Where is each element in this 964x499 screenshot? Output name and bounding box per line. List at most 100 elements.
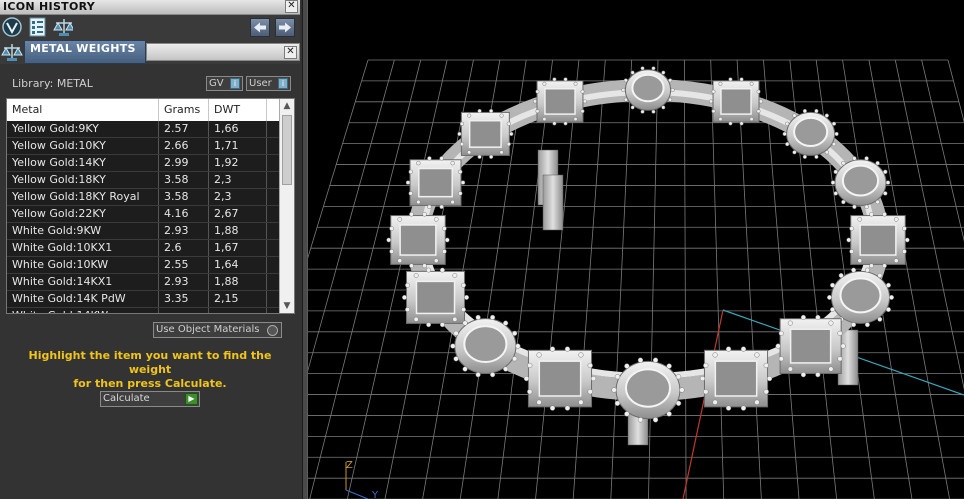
milgrain-bead	[725, 405, 732, 411]
milgrain-bead	[802, 154, 807, 159]
milgrain-bead	[640, 66, 645, 71]
setting-piece	[405, 156, 466, 210]
setting-piece	[699, 346, 773, 411]
milgrain-bead	[433, 217, 439, 222]
milgrain-bead	[490, 314, 496, 320]
back-button[interactable]	[250, 18, 270, 37]
bezel-hole	[625, 368, 671, 408]
milgrain-bead	[442, 226, 447, 231]
3d-viewport[interactable]: Z Y	[308, 0, 964, 499]
milgrain-bead	[614, 400, 621, 406]
milgrain-bead	[675, 374, 682, 380]
metal-weights-tab[interactable]: METAL WEIGHTS	[24, 40, 146, 64]
cell-grams: 3.58	[159, 189, 209, 205]
milgrain-bead	[766, 375, 773, 382]
calculate-label: Calculate	[103, 393, 150, 404]
vray-icon[interactable]	[2, 17, 22, 37]
bezel-hole	[839, 277, 882, 314]
milgrain-bead	[452, 316, 458, 322]
metal-weights-table[interactable]: Metal Grams DWT Yellow Gold:9KY 2.57 1,66 Y…	[6, 98, 295, 314]
table-row[interactable]: White Gold:14KX1 2.93 1,88	[7, 274, 279, 291]
axis-z-label: Z	[346, 460, 353, 471]
milgrain-bead	[389, 249, 394, 254]
grid-line	[309, 59, 422, 499]
milgrain-bead	[450, 160, 455, 166]
milgrain-bead	[838, 273, 844, 278]
gv-library-button[interactable]: GV i	[206, 76, 243, 91]
bezel-hole	[714, 360, 758, 397]
milgrain-bead	[787, 320, 793, 326]
table-row[interactable]: White Gold:14K PdW 3.35 2,15	[7, 291, 279, 308]
cell-dwt: 1,71	[209, 138, 267, 154]
table-row[interactable]: White Gold:9KW 2.93 1,88	[7, 223, 279, 240]
milgrain-bead	[630, 105, 635, 110]
milgrain-bead	[621, 88, 626, 92]
table-row[interactable]: Yellow Gold:18KY Royal 3.58 2,3	[7, 189, 279, 206]
cell-grams: 2.6	[159, 240, 209, 256]
grid-line	[683, 59, 687, 499]
milgrain-bead	[405, 307, 410, 313]
milgrain-bead	[450, 343, 456, 349]
table-row[interactable]: Yellow Gold:14KY 2.99 1,92	[7, 155, 279, 172]
scrollbar-thumb[interactable]	[282, 115, 292, 185]
scroll-up-icon[interactable]: ▲	[280, 99, 294, 113]
use-object-materials-label: Use Object Materials	[156, 324, 260, 335]
milgrain-bead	[718, 81, 723, 86]
milgrain-bead	[413, 316, 419, 322]
user-library-button[interactable]: User i	[246, 76, 291, 91]
metal-weights-icon[interactable]	[53, 17, 73, 37]
milgrain-bead	[875, 160, 880, 166]
cell-grams: 2.93	[159, 223, 209, 239]
column-header-metal[interactable]: Metal	[7, 99, 159, 121]
milgrain-bead	[754, 352, 760, 358]
milgrain-bead	[864, 156, 869, 161]
table-row[interactable]: White Gold:10KX1 2.6 1,67	[7, 240, 279, 257]
milgrain-bead	[792, 113, 797, 118]
milgrain-bead	[427, 204, 432, 210]
table-row[interactable]: Yellow Gold:22KY 4.16 2,67	[7, 206, 279, 223]
column-header-grams[interactable]: Grams	[159, 99, 209, 121]
forward-button[interactable]	[275, 18, 295, 37]
render-settings-icon[interactable]	[28, 17, 48, 37]
milgrain-bead	[837, 356, 843, 362]
use-object-materials-button[interactable]: Use Object Materials	[153, 322, 282, 338]
instructions-line-1: Highlight the item you want to find the …	[28, 349, 272, 376]
icon-history-title: ICON HISTORY	[3, 0, 96, 13]
cell-metal: White Gold:14K PdW	[7, 291, 159, 307]
grid-line	[308, 59, 369, 259]
viewport-canvas[interactable]: Z Y	[308, 0, 964, 499]
cell-grams	[159, 308, 209, 313]
metal-weights-close-icon[interactable]: ✕	[284, 46, 297, 59]
table-row[interactable]: Yellow Gold:10KY 2.66 1,71	[7, 138, 279, 155]
table-row[interactable]: Yellow Gold:18KY 3.58 2,3	[7, 172, 279, 189]
milgrain-bead	[857, 217, 863, 222]
table-row[interactable]: Yellow Gold:9KY 2.57 1,66	[7, 121, 279, 138]
cell-metal: White Gold:14KW	[7, 308, 159, 313]
scroll-down-icon[interactable]: ▼	[280, 299, 294, 313]
milgrain-bead	[877, 316, 883, 322]
icon-history-close-icon[interactable]: ✕	[285, 0, 298, 13]
milgrain-bead	[515, 343, 521, 349]
milgrain-bead	[503, 366, 509, 372]
table-scrollbar[interactable]: ▲ ▼	[279, 99, 294, 313]
bezel-hole	[399, 224, 437, 256]
milgrain-bead	[841, 199, 846, 205]
table-row[interactable]: White Gold:10KW 2.55 1,64	[7, 257, 279, 274]
cell-grams: 4.16	[159, 206, 209, 222]
table-row[interactable]: White Gold:14KW	[7, 308, 279, 313]
milgrain-bead	[775, 343, 781, 349]
grid-line	[648, 59, 659, 499]
calculate-button[interactable]: Calculate ▶	[100, 391, 200, 407]
milgrain-bead	[552, 77, 557, 82]
milgrain-bead	[814, 154, 819, 159]
milgrain-bead	[824, 113, 829, 118]
user-label: User	[249, 78, 272, 89]
icon-history-row	[0, 15, 300, 40]
library-label: Library: METAL	[12, 77, 93, 90]
milgrain-bead	[408, 169, 413, 174]
milgrain-bead	[439, 156, 444, 161]
bezel-hole	[463, 325, 508, 363]
column-header-dwt[interactable]: DWT	[209, 99, 267, 121]
milgrain-bead	[475, 372, 481, 378]
milgrain-bead	[439, 322, 445, 328]
